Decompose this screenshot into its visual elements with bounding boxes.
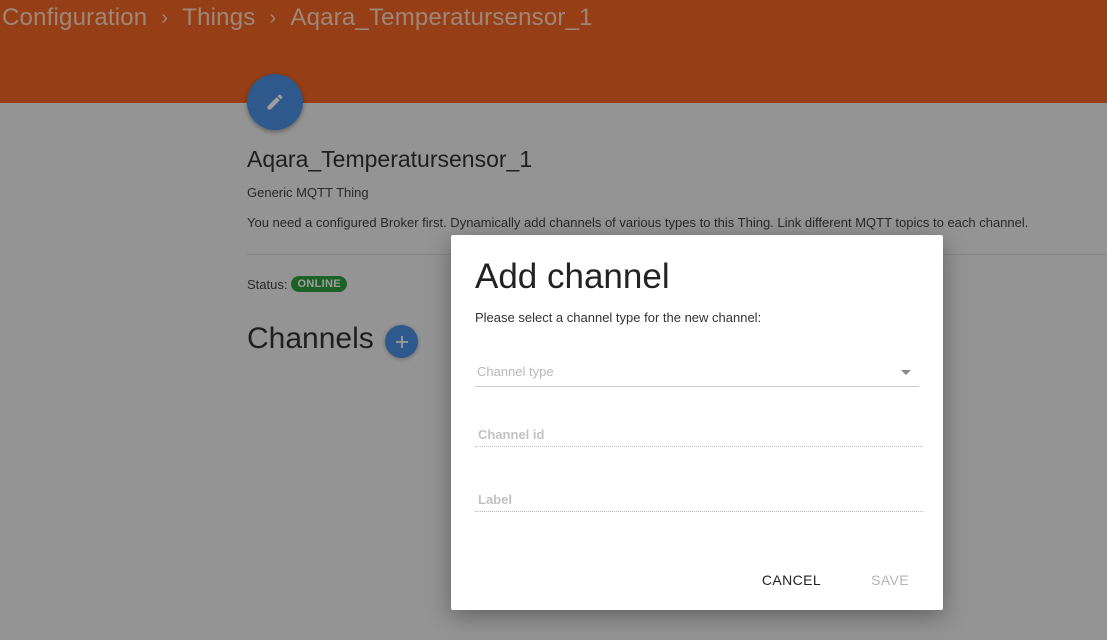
channel-type-placeholder: Channel type [477, 364, 554, 379]
page: Configuration › Things › Aqara_Temperatu… [0, 0, 1107, 640]
cancel-button[interactable]: CANCEL [746, 564, 837, 596]
caret-down-icon [901, 370, 911, 375]
label-input[interactable] [475, 487, 923, 512]
channel-type-select[interactable]: Channel type [475, 360, 919, 387]
dialog-title: Add channel [475, 257, 670, 296]
save-button[interactable]: SAVE [855, 564, 925, 596]
dialog-subtitle: Please select a channel type for the new… [475, 310, 762, 325]
dialog-actions: CANCEL SAVE [746, 564, 943, 596]
add-channel-dialog: Add channel Please select a channel type… [451, 235, 943, 610]
channel-id-input[interactable] [475, 422, 923, 447]
